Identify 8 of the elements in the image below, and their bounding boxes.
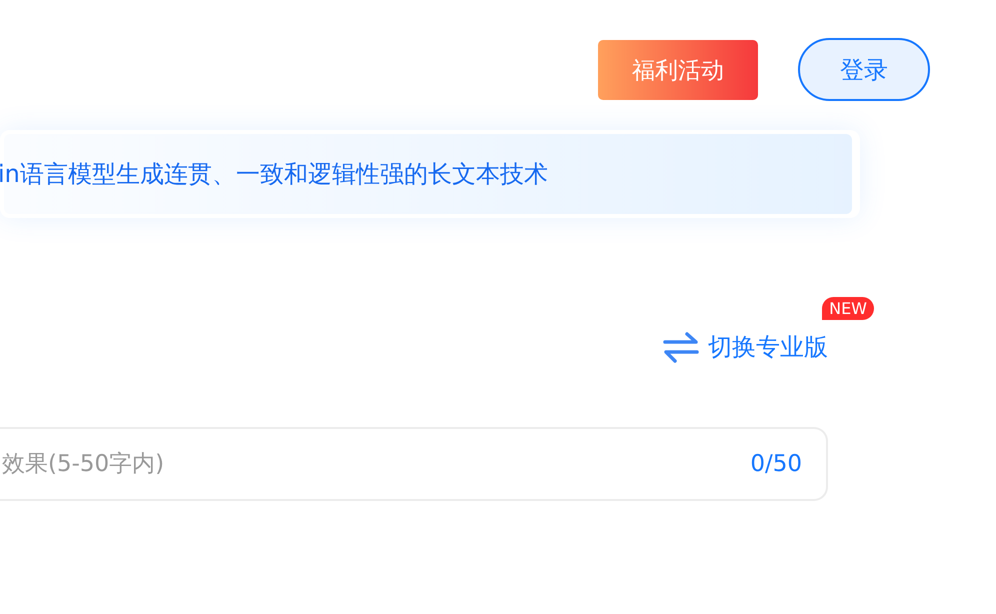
login-button[interactable]: 登录 (798, 38, 930, 101)
promo-button[interactable]: 福利活动 (598, 40, 758, 100)
banner-text: in语言模型生成连贯、一致和逻辑性强的长文本技术 (0, 159, 548, 190)
prompt-field[interactable]: 效果(5-50字内) 0/50 (0, 427, 828, 501)
new-badge: NEW (822, 297, 874, 320)
swap-icon (662, 329, 700, 365)
prompt-input-field[interactable]: 效果(5-50字内) (2, 451, 750, 477)
character-counter: 0/50 (750, 451, 802, 477)
